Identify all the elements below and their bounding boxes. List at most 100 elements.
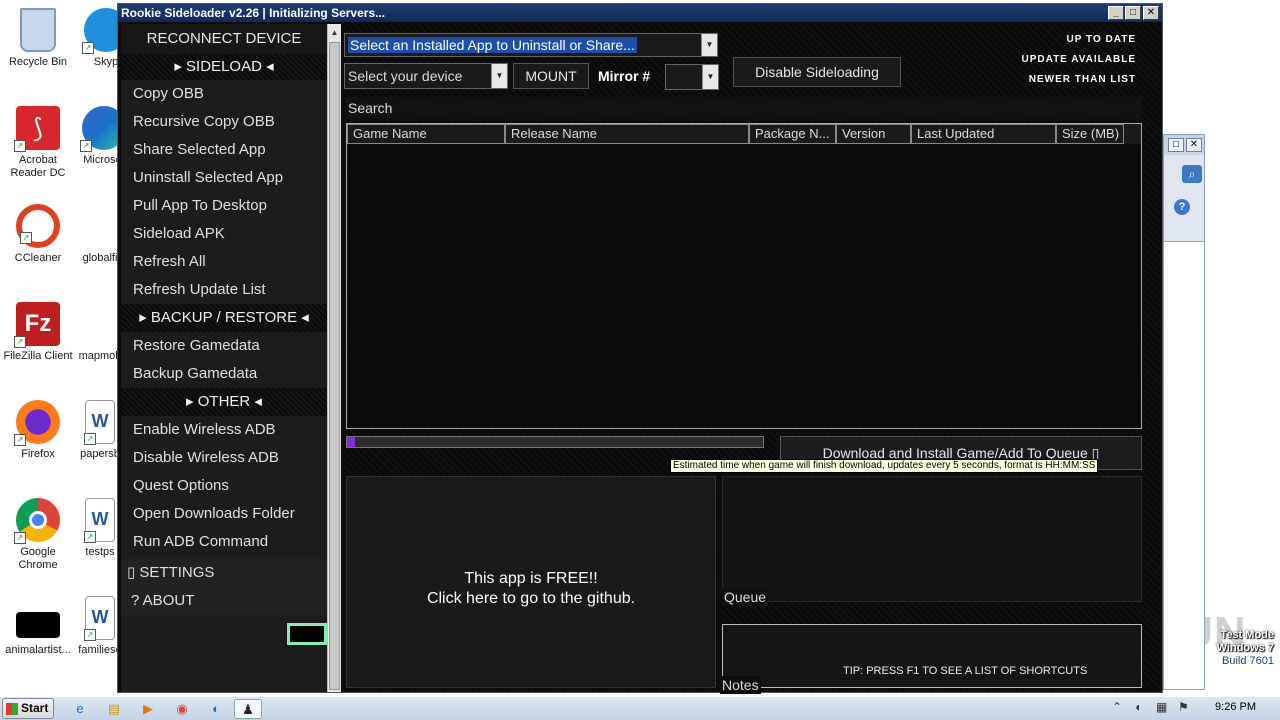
- installed-app-select[interactable]: Select an Installed App to Uninstall or …: [344, 33, 718, 57]
- column-header-version[interactable]: Version: [836, 124, 911, 144]
- queue-label: Queue: [722, 588, 769, 606]
- free-app-line: This app is FREE!!: [464, 570, 598, 587]
- test-mode-line: Test Mode: [1220, 629, 1274, 641]
- scroll-up-icon[interactable]: ▲: [329, 26, 340, 40]
- desktop-icon-label: animalartist...: [5, 644, 71, 656]
- rookie-taskbar-icon[interactable]: ♟: [234, 699, 262, 719]
- disable-sideloading-button[interactable]: Disable Sideloading: [733, 57, 901, 87]
- pull-app-to-desktop-button[interactable]: Pull App To Desktop: [121, 192, 327, 220]
- scrollbar-thumb[interactable]: [329, 42, 340, 690]
- search-input[interactable]: Search: [346, 97, 1142, 119]
- desktop-icon-label: mapmob: [78, 350, 122, 362]
- column-header-release-name[interactable]: Release Name: [505, 124, 749, 144]
- start-button[interactable]: Start: [2, 698, 54, 719]
- chevron-down-icon[interactable]: ▼: [491, 64, 507, 88]
- queue-list[interactable]: [722, 476, 1142, 602]
- restore-gamedata-button[interactable]: Restore Gamedata: [121, 332, 327, 360]
- eta-tooltip: Estimated time when game will finish dow…: [670, 459, 1099, 473]
- recycle-bin-icon[interactable]: Recycle Bin: [0, 8, 76, 69]
- open-downloads-folder-button[interactable]: Open Downloads Folder: [121, 500, 327, 528]
- system-tray: ⌃ ◖ ▦ ⚑ 9:26 PM: [1100, 697, 1280, 720]
- volume-icon[interactable]: ◖: [1134, 700, 1141, 714]
- status-update-available: UPDATE AVAILABLE: [1021, 54, 1136, 65]
- minimize-button[interactable]: _: [1108, 6, 1124, 20]
- mount-button[interactable]: MOUNT: [513, 63, 589, 89]
- start-label: Start: [21, 701, 49, 715]
- taskbar: Start e ▤ ▶ ◉ ◐ ♟ ⌃ ◖ ▦ ⚑ 9:26 PM: [0, 696, 1280, 720]
- installed-app-select-value: Select an Installed App to Uninstall or …: [348, 37, 637, 53]
- desktop-icon-label: familiese: [78, 644, 122, 656]
- background-window: □ ✕ ⌕ ?: [1163, 134, 1205, 690]
- notes-label: Notes: [720, 676, 761, 694]
- github-link-line[interactable]: Click here to go to the github.: [347, 590, 715, 608]
- mirror-label: Mirror #: [598, 68, 651, 84]
- notes-box[interactable]: TIP: PRESS F1 TO SEE A LIST OF SHORTCUTS: [722, 624, 1142, 688]
- window-titlebar: Rookie Sideloader v2.26 | Initializing S…: [118, 4, 1162, 22]
- desktop-icon-label: Acrobat Reader DC: [10, 154, 66, 179]
- disable-wireless-adb-button[interactable]: Disable Wireless ADB: [121, 444, 327, 472]
- backup-gamedata-button[interactable]: Backup Gamedata: [121, 360, 327, 388]
- edge-taskbar-icon[interactable]: ◐: [204, 699, 228, 719]
- column-header-last-updated[interactable]: Last Updated: [911, 124, 1056, 144]
- close-button[interactable]: ✕: [1143, 6, 1159, 20]
- action-center-flag-icon[interactable]: ⚑: [1178, 700, 1189, 714]
- other-header[interactable]: ▸ OTHER ◂: [121, 388, 327, 416]
- column-header-game-name[interactable]: Game Name: [347, 124, 505, 144]
- help-icon[interactable]: ?: [1174, 199, 1190, 215]
- about-button[interactable]: ? ABOUT: [121, 587, 327, 615]
- reconnect-device-button[interactable]: RECONNECT DEVICE: [121, 24, 327, 54]
- device-select-value: Select your device: [348, 68, 463, 84]
- window-title: Rookie Sideloader v2.26 | Initializing S…: [121, 6, 386, 20]
- desktop-icon-label: CCleaner: [14, 252, 62, 264]
- shortcut-tip: TIP: PRESS F1 TO SEE A LIST OF SHORTCUTS: [843, 665, 1088, 677]
- backup-restore-header[interactable]: ▸ BACKUP / RESTORE ◂: [121, 304, 327, 332]
- clock[interactable]: 9:26 PM: [1215, 701, 1256, 713]
- quest-options-button[interactable]: Quest Options: [121, 472, 327, 500]
- settings-button[interactable]: ▯ SETTINGS: [121, 559, 327, 587]
- sidebar-scrollbar[interactable]: ▲: [327, 24, 341, 692]
- refresh-all-button[interactable]: Refresh All: [121, 248, 327, 276]
- column-header-package-name[interactable]: Package N...: [749, 124, 836, 144]
- desktop-icon-label: Skyp: [93, 56, 119, 68]
- progress-fill: [347, 437, 355, 447]
- table-header: Game Name Release Name Package N... Vers…: [347, 124, 1141, 144]
- refresh-update-list-button[interactable]: Refresh Update List: [121, 276, 327, 304]
- internet-explorer-icon[interactable]: e: [68, 699, 92, 719]
- desktop-icon-label: globalfi: [82, 252, 118, 264]
- status-indicator-box: [287, 623, 327, 645]
- file-explorer-icon[interactable]: ▤: [102, 699, 126, 719]
- run-adb-command-button[interactable]: Run ADB Command: [121, 528, 327, 556]
- search-icon[interactable]: ⌕: [1182, 165, 1202, 183]
- test-mode-label: Test Mode Windows 7 Build 7601: [1217, 629, 1274, 668]
- mirror-select[interactable]: ▼: [665, 64, 719, 90]
- chevron-down-icon[interactable]: ▼: [701, 34, 717, 56]
- background-window-content: [1164, 241, 1204, 689]
- desktop-icon-label: papersb: [80, 448, 120, 460]
- column-header-size[interactable]: Size (MB): [1056, 124, 1124, 144]
- github-link-panel[interactable]: This app is FREE!! Click here to go to t…: [346, 476, 716, 688]
- chrome-taskbar-icon[interactable]: ◉: [170, 699, 194, 719]
- windows-logo-icon: [6, 703, 18, 715]
- sideload-apk-button[interactable]: Sideload APK: [121, 220, 327, 248]
- background-window-titlebar: □ ✕: [1164, 135, 1204, 155]
- desktop-icon-label: Google Chrome: [18, 546, 58, 571]
- enable-wireless-adb-button[interactable]: Enable Wireless ADB: [121, 416, 327, 444]
- uninstall-selected-app-button[interactable]: Uninstall Selected App: [121, 164, 327, 192]
- recursive-copy-obb-button[interactable]: Recursive Copy OBB: [121, 108, 327, 136]
- share-selected-app-button[interactable]: Share Selected App: [121, 136, 327, 164]
- sideload-header[interactable]: ▸ SIDELOAD ◂: [121, 54, 327, 80]
- windows-version-line: Windows 7: [1216, 642, 1274, 654]
- close-icon[interactable]: ✕: [1186, 138, 1202, 152]
- device-select[interactable]: Select your device ▼: [344, 63, 508, 89]
- main-panel: Select an Installed App to Uninstall or …: [342, 24, 1162, 694]
- desktop-icon-label: Firefox: [21, 448, 55, 460]
- chevron-down-icon[interactable]: ▼: [702, 65, 718, 89]
- show-hidden-icons-icon[interactable]: ⌃: [1112, 700, 1122, 714]
- copy-obb-button[interactable]: Copy OBB: [121, 80, 327, 108]
- desktop-icon-label: Recycle Bin: [8, 56, 68, 68]
- media-player-icon[interactable]: ▶: [136, 699, 160, 719]
- maximize-button[interactable]: □: [1125, 6, 1141, 20]
- maximize-icon[interactable]: □: [1168, 138, 1184, 152]
- acrobat-reader-icon[interactable]: ⟆ ↗ Acrobat Reader DC: [0, 106, 76, 180]
- network-icon[interactable]: ▦: [1156, 700, 1167, 714]
